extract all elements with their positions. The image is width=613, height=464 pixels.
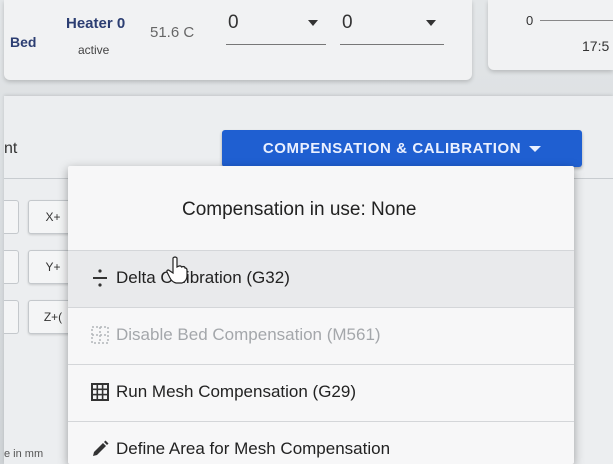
compensation-in-use-text: Compensation in use: None	[182, 199, 417, 220]
bed-label: Bed	[10, 34, 37, 50]
compensation-calibration-button[interactable]: COMPENSATION & CALIBRATION	[222, 130, 582, 167]
pencil-icon	[93, 440, 109, 456]
menu-item-define-mesh-area[interactable]: Define Area for Mesh Compensation	[68, 422, 574, 464]
active-temperature-value: 0	[228, 12, 239, 33]
menu-item-disable-bed-compensation: Disable Bed Compensation (M561)	[68, 308, 574, 365]
jog-button-partial[interactable]	[4, 300, 19, 334]
heater-state[interactable]: active	[78, 43, 109, 57]
chart-y-tick: 0	[526, 13, 534, 28]
standby-temperature-value: 0	[342, 12, 353, 33]
hand-cursor-icon	[166, 256, 188, 284]
chevron-down-icon	[308, 20, 318, 26]
jog-button-partial[interactable]	[4, 250, 19, 284]
app-screen: Bed Heater 0 active 51.6 C 0 0 0 17:5 nt…	[0, 0, 613, 464]
card-title: nt	[4, 140, 18, 157]
heater-panel: Bed Heater 0 active 51.6 C 0 0	[4, 0, 472, 80]
compensation-button-label: COMPENSATION & CALIBRATION	[262, 140, 522, 157]
jog-button-partial[interactable]	[4, 200, 19, 234]
grid-off-icon	[91, 326, 109, 344]
temperature-chart-panel: 0 17:5	[488, 0, 613, 70]
delta-calibration-icon	[93, 269, 107, 287]
chart-axis-line	[540, 20, 613, 21]
menu-item-delta-calibration[interactable]: Delta Calibration (G32)	[68, 251, 574, 308]
standby-temperature-select[interactable]: 0	[340, 10, 444, 45]
caret-down-icon	[529, 145, 542, 152]
grid-icon	[91, 383, 109, 401]
chart-x-tick: 17:5	[582, 38, 610, 54]
dropdown-header: Compensation in use: None	[68, 166, 574, 251]
heater-name-link[interactable]: Heater 0	[66, 15, 125, 32]
compensation-dropdown-menu: Compensation in use: None Delta Calibrat…	[68, 166, 574, 464]
units-note: e in mm	[4, 448, 44, 460]
menu-item-label: Define Area for Mesh Compensation	[116, 439, 391, 458]
menu-item-label: Run Mesh Compensation (G29)	[116, 382, 357, 401]
menu-item-label: Delta Calibration (G32)	[116, 268, 290, 287]
active-temperature-select[interactable]: 0	[226, 10, 326, 45]
menu-item-run-mesh-compensation[interactable]: Run Mesh Compensation (G29)	[68, 365, 574, 422]
current-temperature: 51.6 C	[150, 24, 195, 41]
menu-item-label: Disable Bed Compensation (M561)	[116, 325, 381, 344]
chevron-down-icon	[426, 20, 436, 26]
